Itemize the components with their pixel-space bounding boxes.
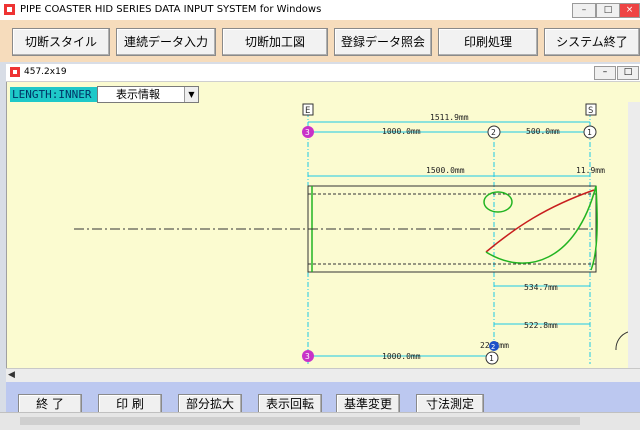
measure-dimension-button[interactable]: 寸法測定 (416, 394, 484, 414)
drawing-window-titlebar: 457.2x19 – □ (6, 64, 640, 82)
scroll-left-icon[interactable]: ◀ (8, 370, 15, 380)
continuous-input-button[interactable]: 連続データ入力 (116, 28, 216, 56)
ref-label-e: E (305, 106, 310, 116)
display-info-value: 表示情報 (116, 88, 160, 101)
dim-label-small: 11.9mm (576, 166, 605, 175)
display-info-select[interactable]: 表示情報 ▼ (97, 86, 199, 103)
length-mode-label: LENGTH:INNER (10, 87, 97, 102)
inner-minimize-button[interactable]: – (594, 66, 616, 80)
dim-label-b: 522.8mm (524, 321, 558, 330)
drawing-window-title: 457.2x19 (24, 67, 67, 77)
cut-curve-green (485, 185, 598, 271)
bottom-scrollbar[interactable] (0, 412, 640, 430)
vertical-scrollbar[interactable] (628, 102, 640, 368)
chevron-down-icon[interactable]: ▼ (184, 87, 198, 102)
minimize-button[interactable]: – (572, 3, 596, 18)
horizontal-scrollbar[interactable]: ◀ (6, 368, 640, 383)
right-arc (615, 331, 628, 351)
scrollbar-thumb[interactable] (20, 417, 580, 425)
window-icon (10, 67, 20, 77)
dim-label-seg1: 1000.0mm (382, 127, 421, 136)
end-button[interactable]: 終 了 (18, 394, 82, 414)
print-button[interactable]: 印 刷 (98, 394, 162, 414)
cut-drawing-button[interactable]: 切断加工図 (222, 28, 328, 56)
dim-label-a: 534.7mm (524, 283, 558, 292)
marker-3-top-label: 3 (305, 128, 310, 137)
app-title: PIPE COASTER HID SERIES DATA INPUT SYSTE… (20, 4, 322, 15)
hole-outline (483, 191, 513, 213)
print-process-button[interactable]: 印刷処理 (438, 28, 538, 56)
cut-style-button[interactable]: 切断スタイル (12, 28, 110, 56)
marker-1-top-label: 1 (587, 128, 592, 137)
main-toolbar: 切断スタイル 連続データ入力 切断加工図 登録データ照会 印刷処理 システム終了 (0, 20, 640, 62)
dim-label-pipe: 1500.0mm (426, 166, 465, 175)
dim-label-bottom: 1000.0mm (382, 352, 421, 361)
maximize-button[interactable]: □ (596, 3, 620, 18)
marker-3-bottom-label: 3 (305, 352, 310, 361)
marker-2-bottom-label: 2 (491, 343, 495, 351)
cut-curve-red (485, 189, 595, 253)
app-icon (4, 4, 15, 15)
partial-zoom-button[interactable]: 部分拡大 (178, 394, 242, 414)
inner-maximize-button[interactable]: □ (617, 66, 639, 80)
change-reference-button[interactable]: 基準変更 (336, 394, 400, 414)
marker-1-bottom-label: 1 (489, 354, 494, 363)
ref-label-s: S (588, 106, 593, 116)
bottom-toolbar: 終 了 印 刷 部分拡大 表示回転 基準変更 寸法測定 (6, 382, 640, 414)
dim-label-overall: 1511.9mm (430, 113, 469, 122)
app-titlebar: PIPE COASTER HID SERIES DATA INPUT SYSTE… (0, 0, 640, 21)
close-button[interactable]: × (619, 3, 640, 18)
rotate-view-button[interactable]: 表示回転 (258, 394, 322, 414)
registered-data-button[interactable]: 登録データ照会 (334, 28, 432, 56)
marker-2-top-label: 2 (491, 128, 496, 137)
system-exit-button[interactable]: システム終了 (544, 28, 640, 56)
dim-label-seg2: 500.0mm (526, 127, 560, 136)
cut-drawing-canvas[interactable]: E S 1511.9mm 1000.0mm 500.0mm 3 2 1 1500… (6, 102, 628, 368)
